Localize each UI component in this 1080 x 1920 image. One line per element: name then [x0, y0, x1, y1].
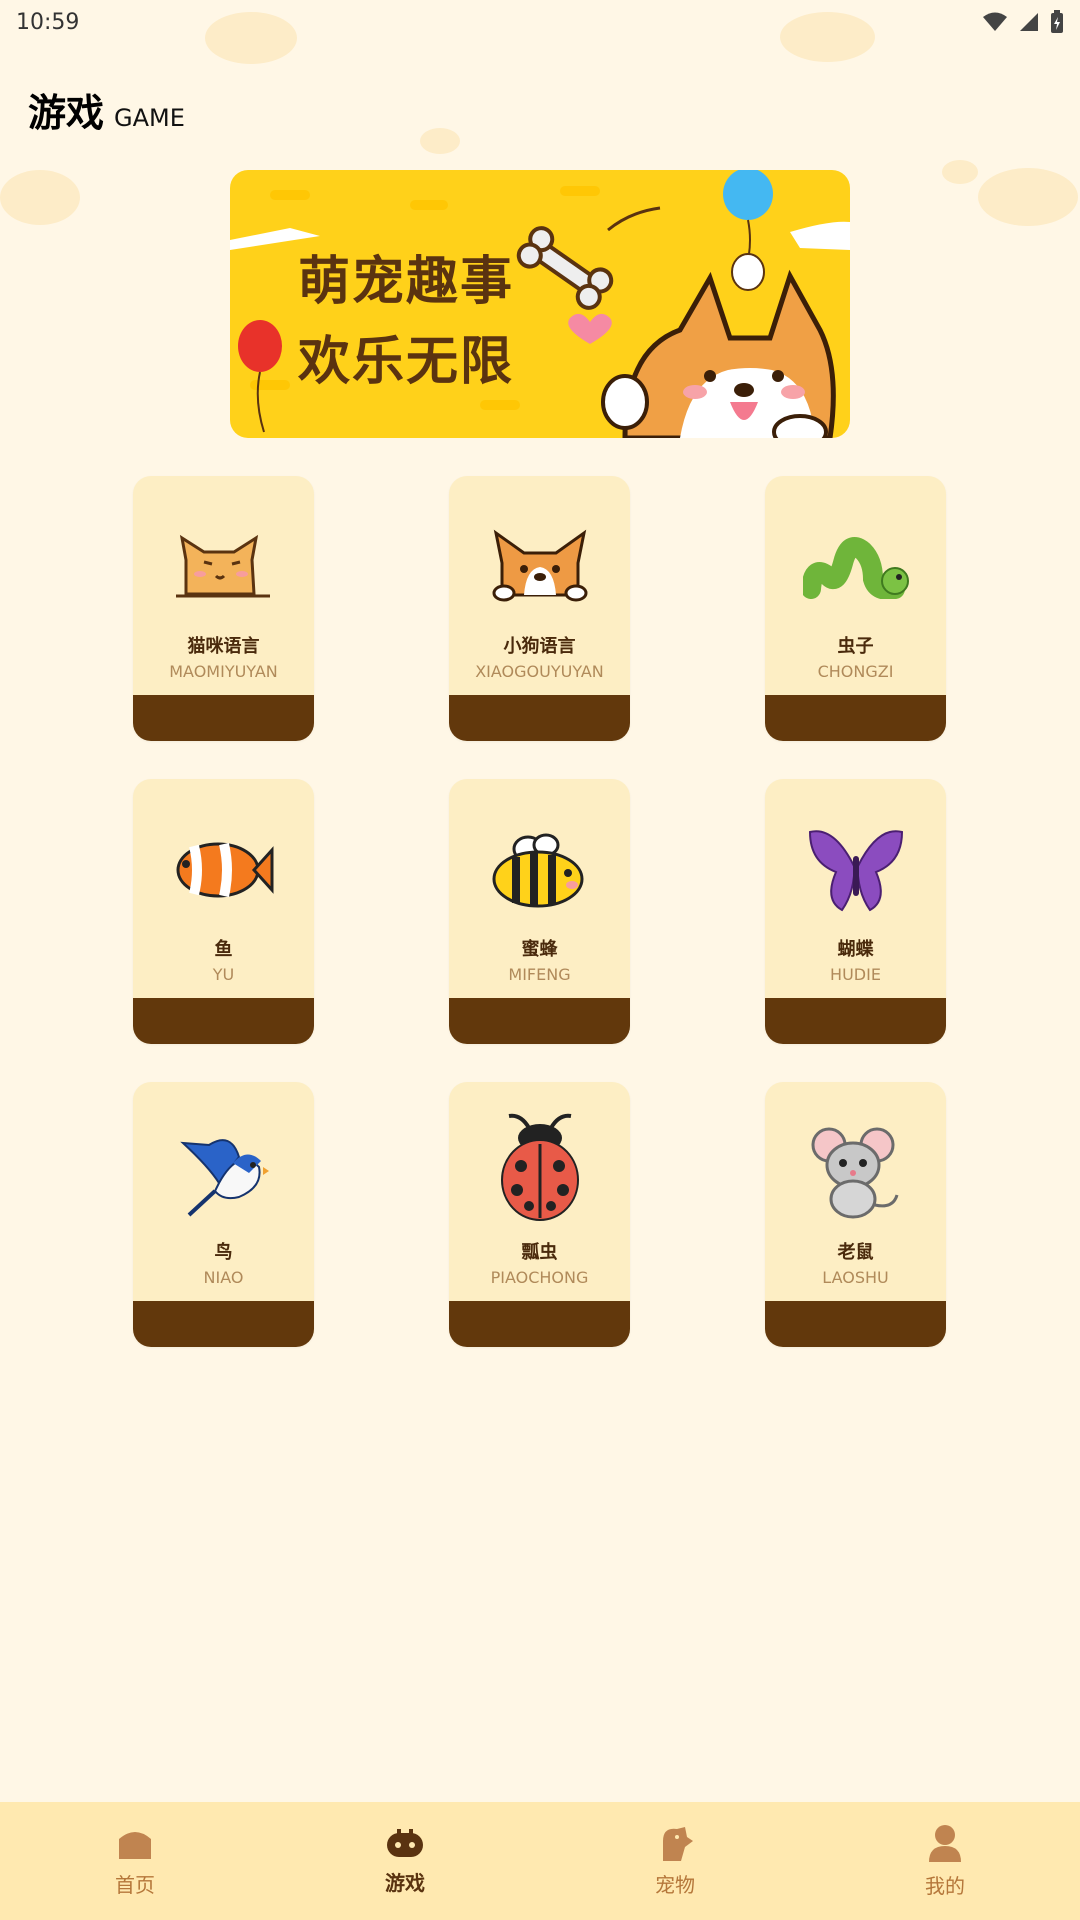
- game-card-fish[interactable]: 鱼 YU: [133, 779, 314, 1044]
- game-card-title-en: CHONGZI: [817, 662, 894, 681]
- game-card-bee[interactable]: 蜜蜂 MIFENG: [449, 779, 630, 1044]
- game-card-bird[interactable]: 鸟 NIAO: [133, 1082, 314, 1347]
- background-paw: [978, 168, 1078, 226]
- background-paw: [420, 128, 460, 154]
- game-card-title-en: NIAO: [203, 1268, 244, 1287]
- game-card-footer: [765, 1301, 946, 1347]
- fish-icon: [133, 819, 314, 919]
- page-title-cn: 游戏: [28, 91, 105, 135]
- game-card-footer: [133, 695, 314, 741]
- dog-icon: [449, 516, 630, 616]
- game-card-butterfly[interactable]: 蝴蝶 HUDIE: [765, 779, 946, 1044]
- corgi-icon: [601, 269, 836, 438]
- butterfly-icon: [765, 819, 946, 919]
- game-card-title-cn: 蝴蝶: [837, 939, 874, 960]
- game-card-title-en: MIFENG: [508, 965, 571, 984]
- background-paw: [942, 160, 978, 184]
- game-card-cat[interactable]: 猫咪语言 MAOMIYUYAN: [133, 476, 314, 741]
- status-time: 10:59: [16, 9, 80, 35]
- game-card-title-cn: 猫咪语言: [187, 636, 260, 657]
- mouse-icon: [765, 1122, 946, 1222]
- bottom-nav: 首页 游戏 宠物 我的: [0, 1802, 1080, 1920]
- game-card-title-cn: 小狗语言: [503, 636, 576, 657]
- game-card-footer: [449, 998, 630, 1044]
- status-bar: 10:59: [0, 0, 1080, 44]
- page-title: 游戏 GAME: [28, 82, 185, 137]
- pet-icon: [663, 1826, 693, 1861]
- page-title-en: GAME: [114, 104, 185, 132]
- game-card-title-en: LAOSHU: [822, 1268, 889, 1287]
- banner-line-2: 欢乐无限: [298, 332, 515, 392]
- bee-icon: [449, 819, 630, 919]
- game-card-footer: [133, 998, 314, 1044]
- game-card-title-cn: 蜜蜂: [521, 939, 558, 960]
- ladybug-icon: [449, 1110, 630, 1222]
- cat-icon: [133, 516, 314, 616]
- nav-label-pet: 宠物: [655, 1872, 695, 1897]
- nav-item-pet[interactable]: 宠物: [585, 1825, 765, 1898]
- game-card-title-cn: 瓢虫: [521, 1242, 558, 1263]
- status-icons: [982, 10, 1064, 34]
- gamepad-icon: [387, 1828, 423, 1857]
- nav-label-home: 首页: [115, 1872, 155, 1897]
- game-card-title-en: HUDIE: [830, 965, 881, 984]
- nav-item-home[interactable]: 首页: [45, 1825, 225, 1898]
- game-card-ladybug[interactable]: 瓢虫 PIAOCHONG: [449, 1082, 630, 1347]
- user-icon: [929, 1824, 961, 1862]
- banner-text: 萌宠趣事 欢乐无限: [298, 242, 514, 402]
- game-card-title-cn: 鸟: [214, 1242, 233, 1263]
- game-card-footer: [765, 998, 946, 1044]
- banner-line-1: 萌宠趣事: [298, 252, 515, 312]
- bird-icon: [133, 1122, 314, 1222]
- game-card-footer: [449, 1301, 630, 1347]
- game-card-title-cn: 虫子: [837, 636, 874, 657]
- game-card-footer: [133, 1301, 314, 1347]
- game-card-title-en: PIAOCHONG: [490, 1268, 589, 1287]
- bone-icon: [516, 226, 614, 310]
- game-card-mouse[interactable]: 老鼠 LAOSHU: [765, 1082, 946, 1347]
- nav-item-game[interactable]: 游戏: [315, 1827, 495, 1896]
- nav-label-mine: 我的: [925, 1873, 965, 1898]
- game-card-dog[interactable]: 小狗语言 XIAOGOUYUYAN: [449, 476, 630, 741]
- battery-icon: [1051, 10, 1063, 33]
- game-card-caterpillar[interactable]: 虫子 CHONGZI: [765, 476, 946, 741]
- game-card-title-en: XIAOGOUYUYAN: [475, 662, 604, 681]
- wifi-icon: [983, 12, 1007, 31]
- caterpillar-icon: [765, 516, 946, 616]
- promo-banner[interactable]: 萌宠趣事 欢乐无限: [230, 170, 850, 438]
- home-icon: [119, 1831, 151, 1859]
- game-card-footer: [765, 695, 946, 741]
- game-grid: 猫咪语言 MAOMIYUYAN 小狗语言 XIAOGOUYUYAN 虫子 CHO…: [133, 476, 947, 1347]
- game-card-title-en: YU: [212, 965, 235, 984]
- nav-item-mine[interactable]: 我的: [855, 1824, 1035, 1899]
- nav-label-game: 游戏: [385, 1870, 425, 1895]
- game-card-title-cn: 老鼠: [837, 1242, 874, 1263]
- background-paw: [0, 170, 80, 225]
- signal-icon: [1020, 13, 1038, 31]
- game-card-title-cn: 鱼: [214, 939, 233, 960]
- game-card-footer: [449, 695, 630, 741]
- game-card-title-en: MAOMIYUYAN: [169, 662, 278, 681]
